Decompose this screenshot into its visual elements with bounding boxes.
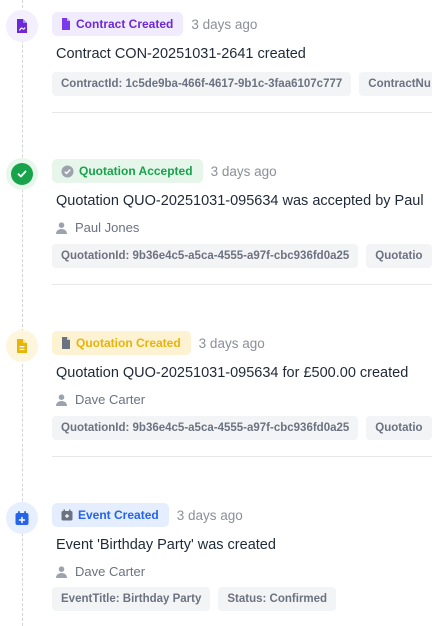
status-badge: Quotation Accepted <box>52 159 203 183</box>
event-title: Quotation QUO-20251031-095634 was accept… <box>56 193 424 209</box>
calendar-icon <box>61 509 73 521</box>
divider <box>52 284 432 285</box>
user-icon <box>56 565 67 578</box>
divider <box>52 456 432 457</box>
metadata-chip: Status: Confirmed <box>218 587 337 611</box>
metadata-chip: QuotationId: 9b36e4c5-a5ca-4555-a97f-cbc… <box>52 416 359 440</box>
divider <box>52 112 432 113</box>
event-title: Event 'Birthday Party' was created <box>56 537 276 553</box>
badge-label: Contract Created <box>76 17 174 31</box>
event-title: Contract CON-20251031-2641 created <box>56 46 306 62</box>
document-icon <box>17 19 27 33</box>
event-actor: Paul Jones <box>56 220 139 235</box>
timestamp: 3 days ago <box>210 163 277 179</box>
metadata-chip: QuotationId: 9b36e4c5-a5ca-4555-a97f-cbc… <box>52 244 359 268</box>
status-badge: Quotation Created <box>52 331 191 355</box>
user-icon <box>56 393 67 406</box>
badge-label: Quotation Accepted <box>79 164 193 178</box>
event-actor: Dave Carter <box>56 392 145 407</box>
timeline-node <box>6 158 38 190</box>
actor-name: Dave Carter <box>75 564 146 579</box>
timestamp: 3 days ago <box>198 335 265 351</box>
metadata-chip: ContractNu <box>359 72 432 96</box>
calendar-icon <box>15 511 29 525</box>
timeline-node <box>6 330 38 362</box>
status-badge: Contract Created <box>52 12 184 36</box>
document-icon <box>62 18 70 30</box>
metadata-chip: ContractId: 1c5de9ba-466f-4617-9b1c-3faa… <box>52 72 352 96</box>
badge-label: Event Created <box>78 508 159 522</box>
check-circle-icon <box>61 165 74 177</box>
event-title: Quotation QUO-20251031-095634 for £500.0… <box>56 365 409 381</box>
timestamp: 3 days ago <box>191 16 258 32</box>
timeline-node <box>6 502 38 534</box>
metadata-chip: Quotatio <box>366 416 432 440</box>
check-icon <box>17 170 27 178</box>
metadata-chip: EventTitle: Birthday Party <box>52 587 211 611</box>
actor-name: Dave Carter <box>75 392 146 407</box>
document-icon <box>62 337 70 349</box>
user-icon <box>56 221 67 234</box>
status-badge: Event Created <box>52 503 169 527</box>
metadata-chip: Quotatio <box>366 244 432 268</box>
actor-name: Paul Jones <box>75 220 140 235</box>
event-actor: Dave Carter <box>56 564 145 579</box>
document-icon <box>17 339 27 353</box>
timestamp: 3 days ago <box>176 507 243 523</box>
timeline-node <box>6 10 38 42</box>
badge-label: Quotation Created <box>76 336 181 350</box>
